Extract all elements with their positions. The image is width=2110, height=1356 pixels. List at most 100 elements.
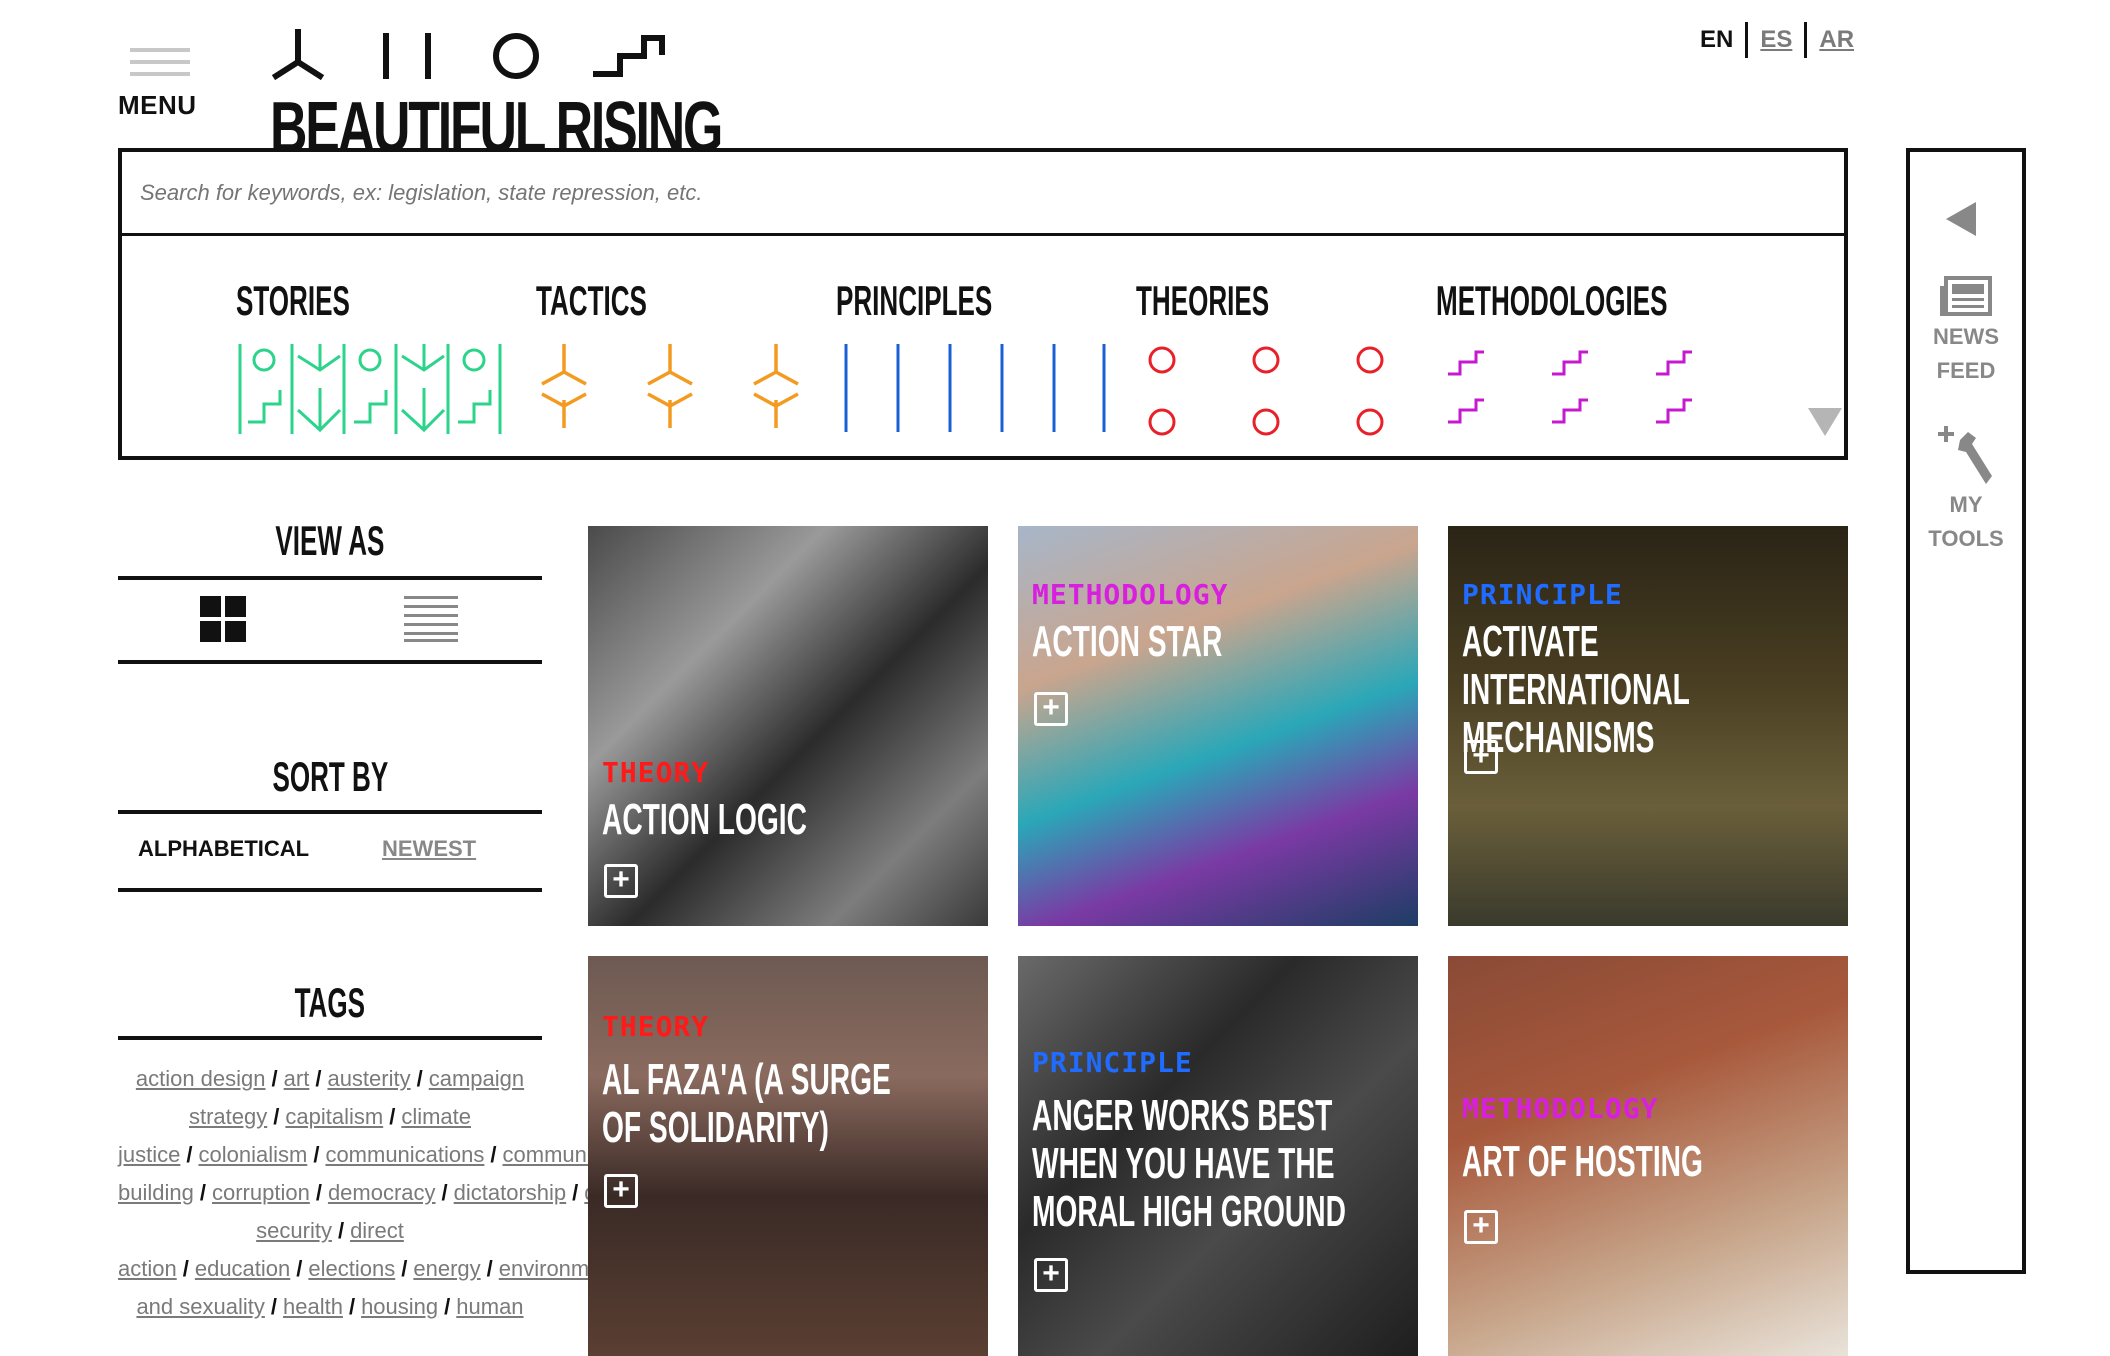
hamburger-icon: [130, 48, 190, 52]
sort-by-label: SORT BY: [272, 753, 388, 800]
tags-heading: TAGS: [118, 982, 542, 1024]
card-title: ACTIVATE INTERNATIONAL MECHANISMS: [1462, 617, 1690, 762]
tactics-pattern-icon: [541, 344, 799, 428]
tag-separator: /: [182, 1256, 189, 1281]
tag-separator: /: [186, 1142, 193, 1167]
resource-card[interactable]: PRINCIPLE ACTIVATE INTERNATIONAL MECHANI…: [1448, 526, 1848, 926]
card-title: ART OF HOSTING: [1462, 1137, 1703, 1186]
theories-pattern-icon: [1148, 346, 1384, 436]
list-view-icon[interactable]: [404, 596, 458, 642]
category-label: STORIES: [236, 277, 350, 324]
tag-link[interactable]: energy: [413, 1256, 480, 1281]
resource-card[interactable]: METHODOLOGY ACTION STAR +: [1018, 526, 1418, 926]
add-to-tools-icon[interactable]: +: [1034, 1258, 1068, 1292]
tag-link[interactable]: art: [284, 1066, 310, 1091]
tag-separator: /: [389, 1104, 396, 1129]
tag-link[interactable]: health: [283, 1294, 343, 1319]
add-to-tools-icon[interactable]: +: [1464, 1210, 1498, 1244]
tag-separator: /: [273, 1104, 280, 1129]
tag-separator: /: [315, 1066, 322, 1091]
news-feed-link[interactable]: NEWS FEED: [1910, 320, 2022, 388]
lang-es[interactable]: ES: [1760, 26, 1792, 54]
my-tools-link[interactable]: MY TOOLS: [1910, 488, 2022, 556]
divider: [118, 888, 542, 892]
right-rail: NEWS FEED MY TOOLS: [1906, 148, 2026, 1274]
tag-separator: /: [315, 1180, 322, 1205]
tag-link[interactable]: human: [456, 1294, 523, 1319]
tag-separator: /: [401, 1256, 408, 1281]
tag-link[interactable]: action design: [136, 1066, 266, 1091]
category-principles[interactable]: PRINCIPLES: [836, 280, 1106, 432]
tag-link[interactable]: corruption: [212, 1180, 310, 1205]
tag-link[interactable]: democracy: [328, 1180, 436, 1205]
category-label: THEORIES: [1136, 277, 1270, 324]
tag-link[interactable]: housing: [361, 1294, 438, 1319]
divider: [118, 576, 542, 580]
view-as-heading: VIEW AS: [118, 520, 542, 562]
tag-link[interactable]: communications: [325, 1142, 484, 1167]
tag-link[interactable]: digital security: [256, 1180, 642, 1243]
lang-en[interactable]: EN: [1700, 26, 1733, 54]
tag-link[interactable]: dictatorship: [454, 1180, 567, 1205]
category-stories[interactable]: STORIES: [236, 277, 502, 434]
tags-label: TAGS: [294, 979, 366, 1026]
collapse-left-icon[interactable]: [1946, 202, 1976, 236]
sort-newest-button[interactable]: NEWEST: [382, 836, 476, 862]
add-to-tools-icon[interactable]: +: [604, 864, 638, 898]
tag-separator: /: [199, 1180, 206, 1205]
resource-card[interactable]: PRINCIPLE ANGER WORKS BEST WHEN YOU HAVE…: [1018, 956, 1418, 1356]
sort-by-heading: SORT BY: [118, 756, 542, 798]
sort-alphabetical-button[interactable]: ALPHABETICAL: [138, 836, 309, 862]
divider: [118, 810, 542, 814]
menu-button[interactable]: MENU: [118, 48, 208, 120]
search-input[interactable]: [122, 152, 1844, 236]
logo-symbols-icon: [271, 29, 665, 81]
resource-card[interactable]: THEORY ACTION LOGIC +: [588, 526, 988, 926]
add-to-tools-icon[interactable]: +: [1034, 692, 1068, 726]
tag-link[interactable]: austerity: [327, 1066, 410, 1091]
tag-link[interactable]: capitalism: [285, 1104, 383, 1129]
card-title: AL FAZA'A (A SURGE OF SOLIDARITY): [602, 1055, 891, 1152]
tag-separator: /: [416, 1066, 423, 1091]
divider: [118, 1036, 542, 1040]
category-tactics[interactable]: TACTICS: [536, 280, 799, 428]
my-tools-label: TOOLS: [1928, 526, 2004, 551]
card-kind: PRINCIPLE: [1462, 578, 1623, 611]
tag-separator: /: [296, 1256, 303, 1281]
category-methodologies[interactable]: METHODOLOGIES: [1436, 277, 1809, 424]
lang-separator: [1804, 22, 1808, 58]
add-to-tools-icon[interactable]: +: [604, 1174, 638, 1208]
divider: [118, 660, 542, 664]
newspaper-icon: [1940, 276, 1992, 316]
card-title: ACTION STAR: [1032, 617, 1223, 666]
add-to-tools-icon[interactable]: +: [1464, 740, 1498, 774]
lang-separator: [1745, 22, 1749, 58]
tag-separator: /: [441, 1180, 448, 1205]
category-label: METHODOLOGIES: [1436, 277, 1668, 324]
card-kind: THEORY: [602, 756, 710, 789]
card-kind: METHODOLOGY: [1462, 1092, 1659, 1125]
tag-separator: /: [572, 1180, 579, 1205]
principles-pattern-icon: [844, 344, 1106, 432]
resource-card[interactable]: METHODOLOGY ART OF HOSTING +: [1448, 956, 1848, 1356]
card-title: ANGER WORKS BEST WHEN YOU HAVE THE MORAL…: [1032, 1091, 1346, 1236]
tag-link[interactable]: elections: [308, 1256, 395, 1281]
language-switcher: EN ES AR: [1700, 22, 1854, 58]
resource-card[interactable]: THEORY AL FAZA'A (A SURGE OF SOLIDARITY)…: [588, 956, 988, 1356]
grid-view-icon[interactable]: [200, 596, 246, 642]
tag-separator: /: [270, 1294, 277, 1319]
tag-link[interactable]: education: [195, 1256, 290, 1281]
tag-separator: /: [271, 1066, 278, 1091]
tag-link[interactable]: colonialism: [198, 1142, 307, 1167]
menu-label: MENU: [118, 90, 197, 120]
site-logo[interactable]: BEAUTIFUL RISING: [268, 24, 723, 164]
category-theories[interactable]: THEORIES: [1136, 277, 1384, 436]
tag-separator: /: [486, 1256, 493, 1281]
card-kind: PRINCIPLE: [1032, 1046, 1193, 1079]
news-feed-label: NEWS: [1933, 324, 1999, 349]
expand-down-icon[interactable]: [1808, 408, 1842, 438]
card-kind: THEORY: [602, 1010, 710, 1043]
view-as-label: VIEW AS: [275, 517, 385, 564]
hamburger-bar: [130, 72, 190, 76]
lang-ar[interactable]: AR: [1819, 26, 1854, 54]
